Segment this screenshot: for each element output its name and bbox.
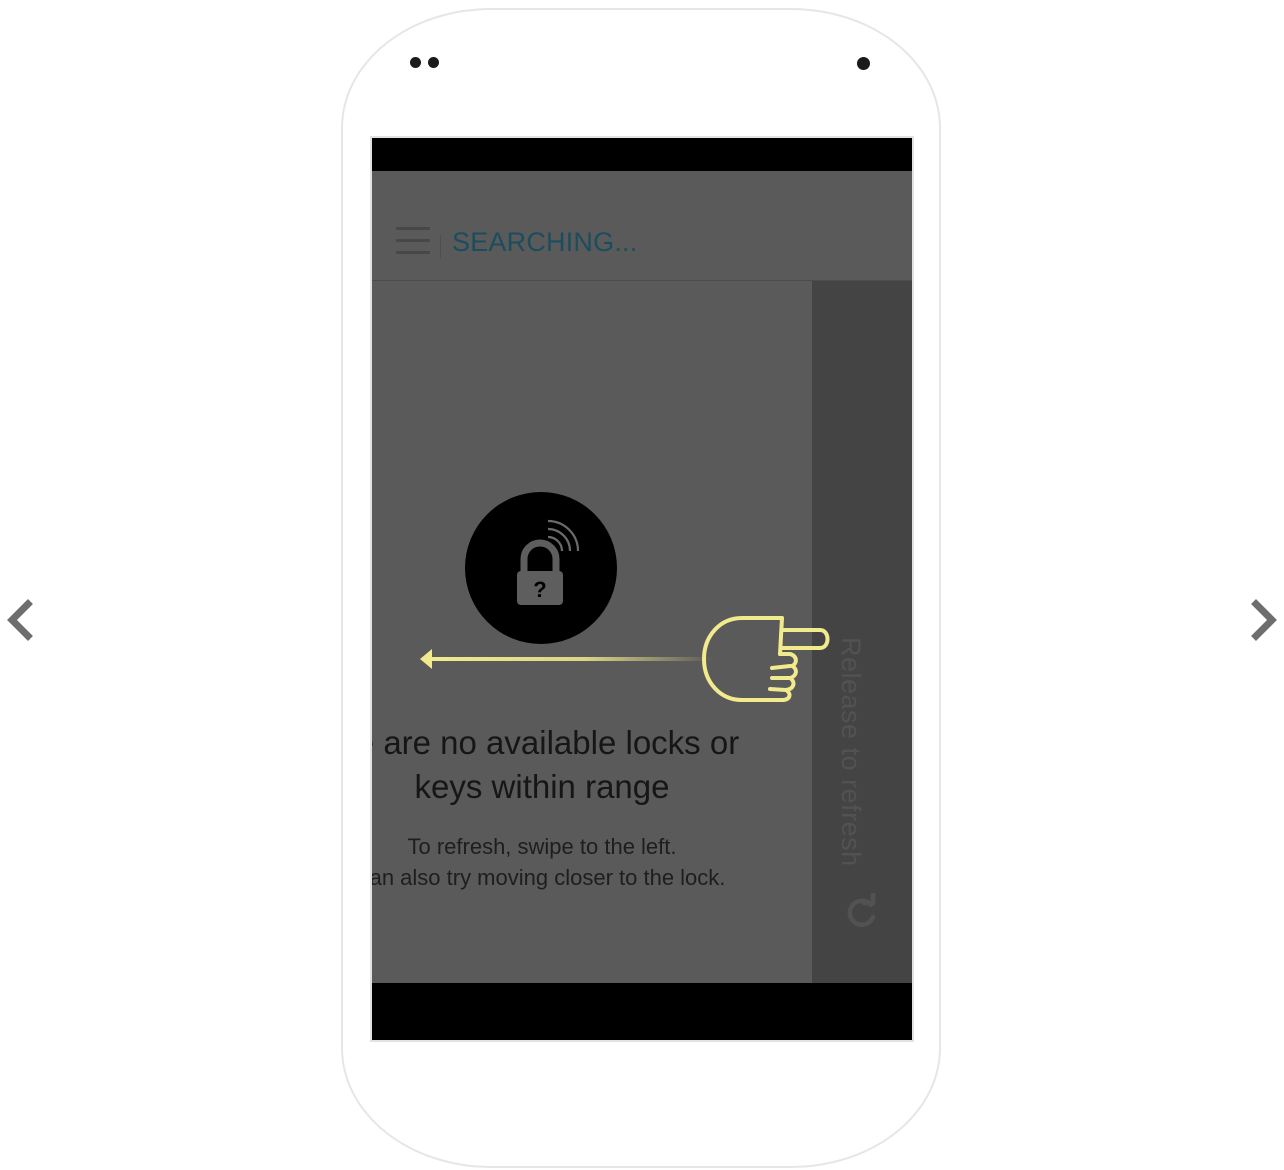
refresh-icon <box>847 893 876 927</box>
front-camera <box>857 57 870 70</box>
chevron-right-icon <box>1251 599 1277 641</box>
empty-state-body: To refresh, swipe to the left. can also … <box>372 831 772 893</box>
speaker-dot <box>428 57 439 68</box>
hamburger-menu-icon[interactable] <box>396 227 430 255</box>
pull-to-refresh-label: Release to refresh <box>836 637 866 867</box>
app-title: SEARCHING... <box>452 227 638 257</box>
speaker-dot <box>410 57 421 68</box>
carousel-prev-button[interactable] <box>0 598 40 642</box>
carousel-next-button[interactable] <box>1244 598 1284 642</box>
app-bar: SEARCHING... <box>372 171 912 281</box>
empty-state-body-line1: To refresh, swipe to the left. <box>407 834 677 859</box>
status-bar <box>372 138 912 171</box>
lock-question-wireless-icon: ? <box>465 492 617 644</box>
svg-text:?: ? <box>533 577 546 602</box>
empty-state-title: re are no available locks or keys within… <box>372 724 740 805</box>
showcase-stage: SEARCHING... Release to refresh ? re are… <box>0 0 1284 1170</box>
navigation-bar <box>372 983 912 1040</box>
app-bar-divider <box>440 235 441 259</box>
main-content[interactable]: Release to refresh ? re are no available… <box>372 281 912 983</box>
phone-screen: SEARCHING... Release to refresh ? re are… <box>370 136 914 1042</box>
chevron-left-icon <box>7 599 33 641</box>
empty-state-body-line2: can also try moving closer to the lock. <box>372 865 726 890</box>
pull-to-refresh-panel[interactable] <box>812 281 912 983</box>
